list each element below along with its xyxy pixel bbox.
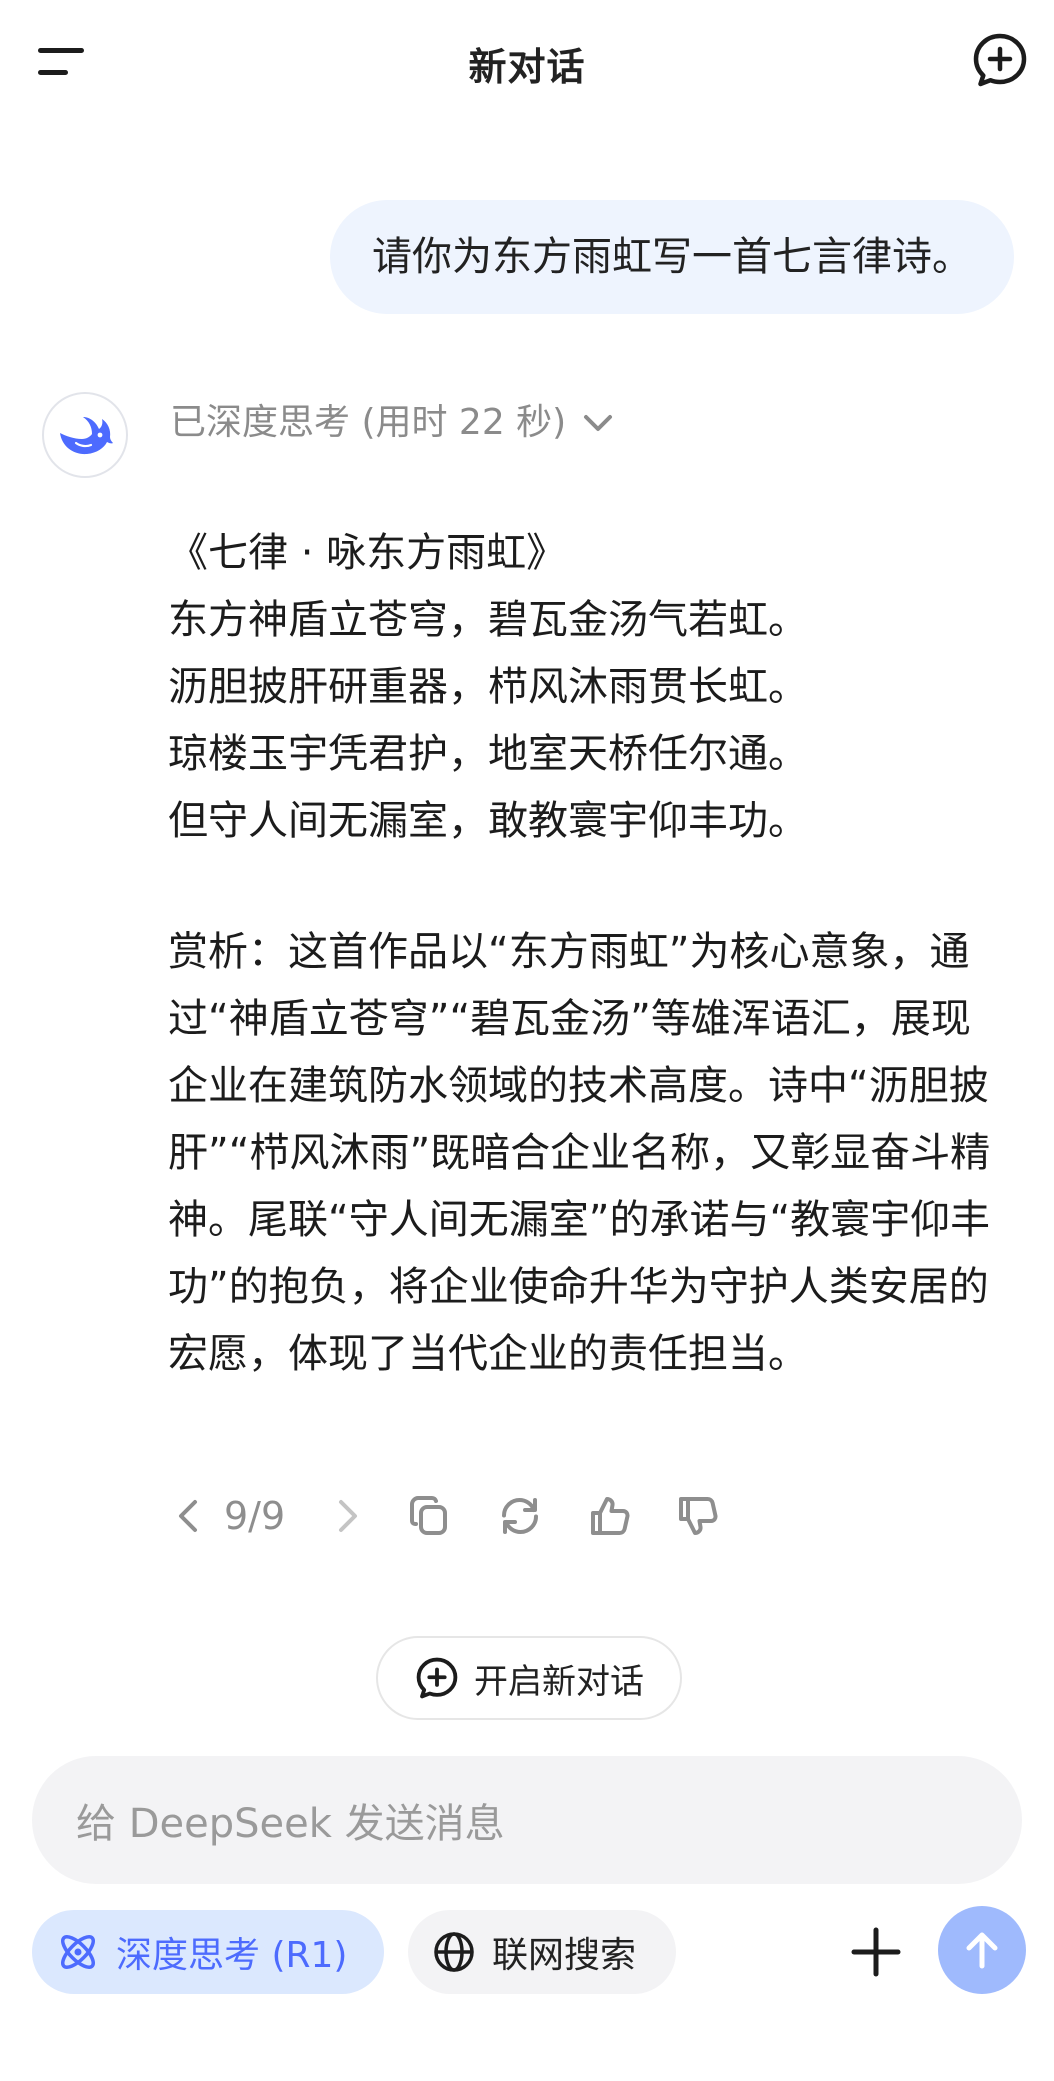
poem-line: 但守人间无漏室，敢教寰宇仰丰功。 [168,798,808,844]
previous-version-button[interactable] [168,1484,208,1548]
globe-icon [434,1932,474,1972]
send-button[interactable] [938,1906,1026,1994]
message-actions: 9/9 [168,1484,768,1548]
thumbs-up-icon [591,1497,630,1535]
web-search-toggle[interactable]: 联网搜索 [408,1910,676,1994]
chevron-right-icon [339,1500,357,1532]
start-new-chat-label: 开启新对话 [474,1661,644,1702]
thinking-status-toggle[interactable]: 已深度思考 (用时 22 秒) [170,398,616,448]
attach-button[interactable] [846,1922,906,1982]
deepseek-whale-logo-icon [60,417,113,455]
top-bar: 新对话 [0,0,1054,120]
next-version-button[interactable] [328,1484,368,1548]
deep-think-toggle[interactable]: 深度思考 (R1) [32,1910,384,1994]
user-message-bubble[interactable]: 请你为东方雨虹写一首七言律诗。 [330,200,1014,314]
regenerate-button[interactable] [490,1484,550,1548]
copy-icon [410,1496,447,1535]
copy-button[interactable] [400,1484,460,1548]
thumbs-down-icon [679,1497,718,1535]
arrow-up-icon [966,1932,998,1969]
poem-line: 沥胆披肝研重器，栉风沐雨贯长虹。 [168,664,808,710]
chat-plus-icon [416,1657,458,1699]
like-button[interactable] [580,1484,640,1548]
chevron-down-icon [584,415,613,431]
message-input[interactable]: 给 DeepSeek 发送消息 [32,1756,1022,1884]
dislike-button[interactable] [668,1484,728,1548]
thinking-status-label: 已深度思考 (用时 22 秒) [170,402,567,443]
analysis-paragraph: 赏析：这首作品以“东方雨虹”为核心意象，通过“神盾立苍穹”“碧瓦金汤”等雄浑语汇… [168,929,991,1377]
poem-title: 《七律 · 咏东方雨虹》 [168,530,567,576]
message-input-placeholder: 给 DeepSeek 发送消息 [76,1801,505,1847]
deep-think-label: 深度思考 (R1) [116,1935,348,1976]
chat-plus-icon [973,33,1027,87]
chevron-left-icon [179,1500,197,1532]
assistant-avatar [42,392,128,478]
poem-line: 琼楼玉宇凭君护，地室天桥任尔通。 [168,731,808,777]
poem-line: 东方神盾立苍穹，碧瓦金汤气若虹。 [168,597,808,643]
refresh-icon [502,1497,538,1535]
version-counter: 9/9 [224,1494,286,1538]
web-search-label: 联网搜索 [492,1935,637,1976]
plus-icon [851,1927,901,1977]
start-new-chat-button[interactable]: 开启新对话 [376,1636,682,1720]
atom-icon [61,1935,95,1969]
assistant-answer: 《七律 · 咏东方雨虹》 东方神盾立苍穹，碧瓦金汤气若虹。 沥胆披肝研重器，栉风… [168,520,1008,1388]
new-chat-icon[interactable] [970,30,1030,90]
page-title: 新对话 [468,45,586,89]
